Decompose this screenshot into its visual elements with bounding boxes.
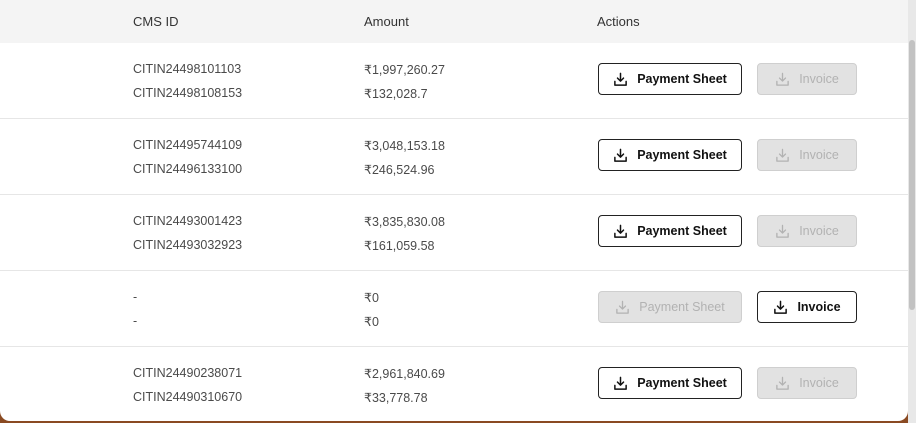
payment-sheet-label: Payment Sheet [637, 224, 727, 238]
payment-sheet-label: Payment Sheet [639, 300, 725, 314]
invoice-label: Invoice [799, 224, 839, 238]
payment-sheet-label: Payment Sheet [637, 376, 727, 390]
amount: ₹3,048,153.18 [364, 139, 445, 153]
cms-id: CITIN24490238071 [133, 366, 243, 380]
transactions-table: CMS ID Amount Actions CITIN24498101103 C… [0, 0, 908, 421]
download-tray-icon [776, 376, 789, 390]
table-row: CITIN24490238071 CITIN24490310670 ₹2,961… [0, 347, 908, 421]
amount: ₹1,997,260.27 [364, 63, 445, 77]
download-tray-icon [776, 72, 789, 86]
invoice-label: Invoice [797, 300, 841, 314]
invoice-button[interactable]: Invoice [757, 291, 857, 323]
payment-sheet-button[interactable]: Payment Sheet [598, 367, 742, 399]
download-tray-icon [614, 72, 628, 86]
payment-sheet-button[interactable]: Payment Sheet [598, 215, 742, 247]
vertical-scrollbar[interactable] [908, 0, 916, 423]
table-header: CMS ID Amount Actions [0, 0, 908, 43]
cms-id: - [133, 314, 138, 328]
table-row: CITIN24493001423 CITIN24493032923 ₹3,835… [0, 195, 908, 271]
cms-id: CITIN24490310670 [133, 390, 243, 404]
cms-id: CITIN24493001423 [133, 214, 243, 228]
invoice-button[interactable]: Invoice [757, 139, 857, 171]
download-tray-icon [614, 376, 628, 390]
payment-sheet-button[interactable]: Payment Sheet [598, 291, 742, 323]
amount: ₹132,028.7 [364, 87, 428, 101]
cms-id: CITIN24498101103 [133, 62, 242, 76]
download-tray-icon [614, 224, 628, 238]
invoice-label: Invoice [799, 376, 839, 390]
header-cms-id: CMS ID [133, 14, 179, 29]
invoice-label: Invoice [799, 72, 839, 86]
payment-sheet-label: Payment Sheet [637, 72, 727, 86]
download-tray-icon [614, 148, 628, 162]
scrollbar-thumb[interactable] [909, 40, 915, 310]
invoice-button[interactable]: Invoice [757, 367, 857, 399]
amount: ₹3,835,830.08 [364, 215, 445, 229]
download-tray-icon [616, 300, 630, 314]
cms-id: CITIN24498108153 [133, 86, 243, 100]
table-row: - - ₹0 ₹0 Payment Sheet Invoice [0, 271, 908, 347]
amount: ₹246,524.96 [364, 163, 435, 177]
payment-sheet-button[interactable]: Payment Sheet [598, 139, 742, 171]
amount: ₹33,778.78 [364, 391, 428, 405]
invoice-button[interactable]: Invoice [757, 63, 857, 95]
amount: ₹2,961,840.69 [364, 367, 445, 381]
header-actions: Actions [597, 14, 640, 29]
cms-id: CITIN24493032923 [133, 238, 243, 252]
payment-sheet-button[interactable]: Payment Sheet [598, 63, 742, 95]
download-tray-icon [776, 224, 789, 238]
invoice-label: Invoice [799, 148, 839, 162]
cms-id: - [133, 290, 138, 304]
cms-id: CITIN24495744109 [133, 138, 243, 152]
invoice-button[interactable]: Invoice [757, 215, 857, 247]
download-tray-icon [774, 300, 788, 314]
table-row: CITIN24498101103 CITIN24498108153 ₹1,997… [0, 43, 908, 119]
amount: ₹161,059.58 [364, 239, 435, 253]
payment-sheet-label: Payment Sheet [637, 148, 727, 162]
amount: ₹0 [364, 291, 379, 305]
amount: ₹0 [364, 315, 379, 329]
cms-id: CITIN24496133100 [133, 162, 243, 176]
table-row: CITIN24495744109 CITIN24496133100 ₹3,048… [0, 119, 908, 195]
header-amount: Amount [364, 14, 409, 29]
download-tray-icon [776, 148, 789, 162]
